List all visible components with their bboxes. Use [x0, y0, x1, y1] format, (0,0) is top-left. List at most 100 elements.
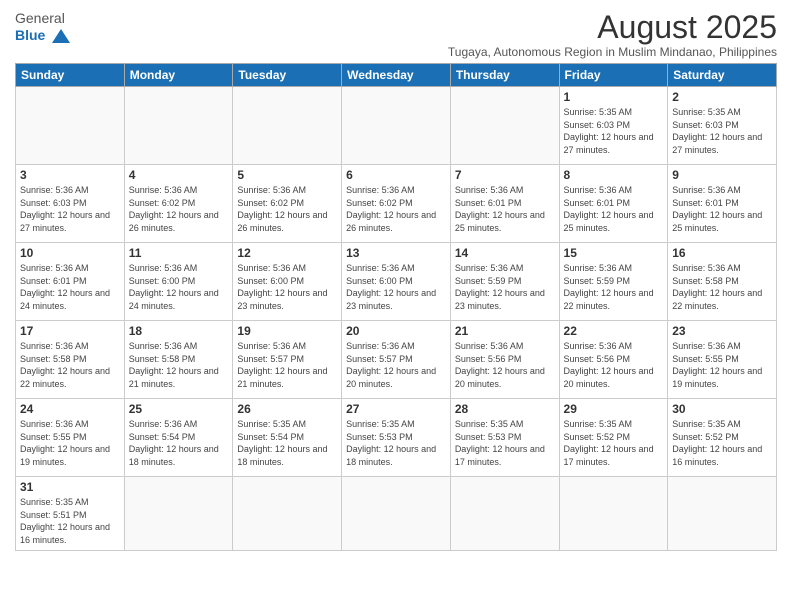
logo-wordmark: General Blue: [15, 10, 70, 44]
calendar-day-cell: 22Sunrise: 5:36 AMSunset: 5:56 PMDayligh…: [559, 321, 668, 399]
day-number: 6: [346, 168, 446, 182]
day-number: 25: [129, 402, 229, 416]
calendar-week-row: 10Sunrise: 5:36 AMSunset: 6:01 PMDayligh…: [16, 243, 777, 321]
page: General Blue August 2025 Tugaya, Autonom…: [0, 0, 792, 612]
calendar-week-row: 31 Sunrise: 5:35 AMSunset: 5:51 PMDayligh…: [16, 477, 777, 550]
day-info: Sunrise: 5:35 AMSunset: 5:52 PMDaylight:…: [672, 418, 772, 468]
day-info: Sunrise: 5:36 AMSunset: 5:59 PMDaylight:…: [455, 262, 555, 312]
col-tuesday: Tuesday: [233, 64, 342, 87]
header: General Blue August 2025 Tugaya, Autonom…: [15, 10, 777, 59]
calendar-day-cell: 20Sunrise: 5:36 AMSunset: 5:57 PMDayligh…: [342, 321, 451, 399]
day-info: Sunrise: 5:35 AMSunset: 6:03 PMDaylight:…: [564, 106, 664, 156]
day-info: Sunrise: 5:36 AMSunset: 5:58 PMDaylight:…: [672, 262, 772, 312]
month-title: August 2025: [448, 10, 777, 45]
day-info: Sunrise: 5:36 AMSunset: 5:57 PMDaylight:…: [237, 340, 337, 390]
col-friday: Friday: [559, 64, 668, 87]
calendar-table: Sunday Monday Tuesday Wednesday Thursday…: [15, 63, 777, 550]
calendar-day-cell: 8 Sunrise: 5:36 AMSunset: 6:01 PMDaylight…: [559, 165, 668, 243]
calendar-day-cell: [668, 477, 777, 550]
calendar-day-cell: 17Sunrise: 5:36 AMSunset: 5:58 PMDayligh…: [16, 321, 125, 399]
col-saturday: Saturday: [668, 64, 777, 87]
day-info: Sunrise: 5:35 AMSunset: 5:54 PMDaylight:…: [237, 418, 337, 468]
day-number: 3: [20, 168, 120, 182]
day-number: 5: [237, 168, 337, 182]
calendar-day-cell: 19 Sunrise: 5:36 AMSunset: 5:57 PMDayligh…: [233, 321, 342, 399]
calendar-day-cell: 18 Sunrise: 5:36 AMSunset: 5:58 PMDayligh…: [124, 321, 233, 399]
day-number: 4: [129, 168, 229, 182]
day-number: 29: [564, 402, 664, 416]
day-info: Sunrise: 5:36 AMSunset: 6:00 PMDaylight:…: [237, 262, 337, 312]
logo-general: General: [15, 10, 65, 26]
calendar-day-cell: 4 Sunrise: 5:36 AMSunset: 6:02 PMDaylight…: [124, 165, 233, 243]
calendar-day-cell: 29Sunrise: 5:35 AMSunset: 5:52 PMDayligh…: [559, 399, 668, 477]
day-number: 17: [20, 324, 120, 338]
calendar-day-cell: 9 Sunrise: 5:36 AMSunset: 6:01 PMDaylight…: [668, 165, 777, 243]
day-info: Sunrise: 5:36 AMSunset: 6:02 PMDaylight:…: [346, 184, 446, 234]
calendar-day-cell: 12 Sunrise: 5:36 AMSunset: 6:00 PMDayligh…: [233, 243, 342, 321]
day-info: Sunrise: 5:36 AMSunset: 5:56 PMDaylight:…: [564, 340, 664, 390]
calendar-day-cell: 25Sunrise: 5:36 AMSunset: 5:54 PMDayligh…: [124, 399, 233, 477]
day-info: Sunrise: 5:36 AMSunset: 6:01 PMDaylight:…: [564, 184, 664, 234]
calendar-day-cell: [233, 477, 342, 550]
calendar-day-cell: 5 Sunrise: 5:36 AMSunset: 6:02 PMDaylight…: [233, 165, 342, 243]
calendar-day-cell: 24Sunrise: 5:36 AMSunset: 5:55 PMDayligh…: [16, 399, 125, 477]
logo: General Blue: [15, 10, 70, 44]
calendar-day-cell: 10Sunrise: 5:36 AMSunset: 6:01 PMDayligh…: [16, 243, 125, 321]
calendar-header-row: Sunday Monday Tuesday Wednesday Thursday…: [16, 64, 777, 87]
day-number: 12: [237, 246, 337, 260]
day-number: 24: [20, 402, 120, 416]
day-number: 15: [564, 246, 664, 260]
col-thursday: Thursday: [450, 64, 559, 87]
day-number: 16: [672, 246, 772, 260]
calendar-day-cell: 16 Sunrise: 5:36 AMSunset: 5:58 PMDayligh…: [668, 243, 777, 321]
calendar-day-cell: 30 Sunrise: 5:35 AMSunset: 5:52 PMDayligh…: [668, 399, 777, 477]
day-info: Sunrise: 5:36 AMSunset: 5:55 PMDaylight:…: [672, 340, 772, 390]
day-info: Sunrise: 5:36 AMSunset: 5:58 PMDaylight:…: [129, 340, 229, 390]
calendar-day-cell: 27Sunrise: 5:35 AMSunset: 5:53 PMDayligh…: [342, 399, 451, 477]
calendar-day-cell: 13Sunrise: 5:36 AMSunset: 6:00 PMDayligh…: [342, 243, 451, 321]
day-number: 14: [455, 246, 555, 260]
logo-blue: Blue: [15, 27, 45, 43]
day-info: Sunrise: 5:35 AMSunset: 5:53 PMDaylight:…: [455, 418, 555, 468]
calendar-day-cell: 2Sunrise: 5:35 AMSunset: 6:03 PMDaylight…: [668, 87, 777, 165]
day-info: Sunrise: 5:36 AMSunset: 6:00 PMDaylight:…: [129, 262, 229, 312]
day-info: Sunrise: 5:36 AMSunset: 6:01 PMDaylight:…: [672, 184, 772, 234]
day-info: Sunrise: 5:36 AMSunset: 6:02 PMDaylight:…: [237, 184, 337, 234]
day-info: Sunrise: 5:36 AMSunset: 6:00 PMDaylight:…: [346, 262, 446, 312]
title-block: August 2025 Tugaya, Autonomous Region in…: [448, 10, 777, 59]
day-number: 18: [129, 324, 229, 338]
day-info: Sunrise: 5:35 AMSunset: 5:51 PMDaylight:…: [20, 496, 120, 546]
calendar-day-cell: [233, 87, 342, 165]
calendar-day-cell: 3 Sunrise: 5:36 AMSunset: 6:03 PMDaylight…: [16, 165, 125, 243]
day-info: Sunrise: 5:36 AMSunset: 5:57 PMDaylight:…: [346, 340, 446, 390]
day-number: 27: [346, 402, 446, 416]
day-number: 1: [564, 90, 664, 104]
calendar-day-cell: 28Sunrise: 5:35 AMSunset: 5:53 PMDayligh…: [450, 399, 559, 477]
calendar-day-cell: 31 Sunrise: 5:35 AMSunset: 5:51 PMDayligh…: [16, 477, 125, 550]
calendar-day-cell: 1 Sunrise: 5:35 AMSunset: 6:03 PMDaylight…: [559, 87, 668, 165]
calendar-day-cell: 21Sunrise: 5:36 AMSunset: 5:56 PMDayligh…: [450, 321, 559, 399]
calendar-day-cell: 23Sunrise: 5:36 AMSunset: 5:55 PMDayligh…: [668, 321, 777, 399]
day-info: Sunrise: 5:36 AMSunset: 6:03 PMDaylight:…: [20, 184, 120, 234]
calendar-day-cell: 15Sunrise: 5:36 AMSunset: 5:59 PMDayligh…: [559, 243, 668, 321]
day-number: 31: [20, 480, 120, 494]
col-wednesday: Wednesday: [342, 64, 451, 87]
day-number: 19: [237, 324, 337, 338]
calendar-day-cell: 26Sunrise: 5:35 AMSunset: 5:54 PMDayligh…: [233, 399, 342, 477]
calendar-day-cell: [450, 477, 559, 550]
col-sunday: Sunday: [16, 64, 125, 87]
day-number: 30: [672, 402, 772, 416]
calendar-day-cell: 6 Sunrise: 5:36 AMSunset: 6:02 PMDaylight…: [342, 165, 451, 243]
day-info: Sunrise: 5:36 AMSunset: 6:02 PMDaylight:…: [129, 184, 229, 234]
calendar-week-row: 24Sunrise: 5:36 AMSunset: 5:55 PMDayligh…: [16, 399, 777, 477]
day-info: Sunrise: 5:35 AMSunset: 6:03 PMDaylight:…: [672, 106, 772, 156]
calendar-day-cell: [124, 477, 233, 550]
day-number: 8: [564, 168, 664, 182]
logo-triangle-icon: [52, 29, 70, 43]
calendar-week-row: 17 Sunrise: 5:36 AMSunset: 5:58 PMDayligh…: [16, 321, 777, 399]
col-monday: Monday: [124, 64, 233, 87]
day-number: 9: [672, 168, 772, 182]
day-info: Sunrise: 5:36 AMSunset: 6:01 PMDaylight:…: [455, 184, 555, 234]
day-number: 21: [455, 324, 555, 338]
calendar-day-cell: [342, 87, 451, 165]
